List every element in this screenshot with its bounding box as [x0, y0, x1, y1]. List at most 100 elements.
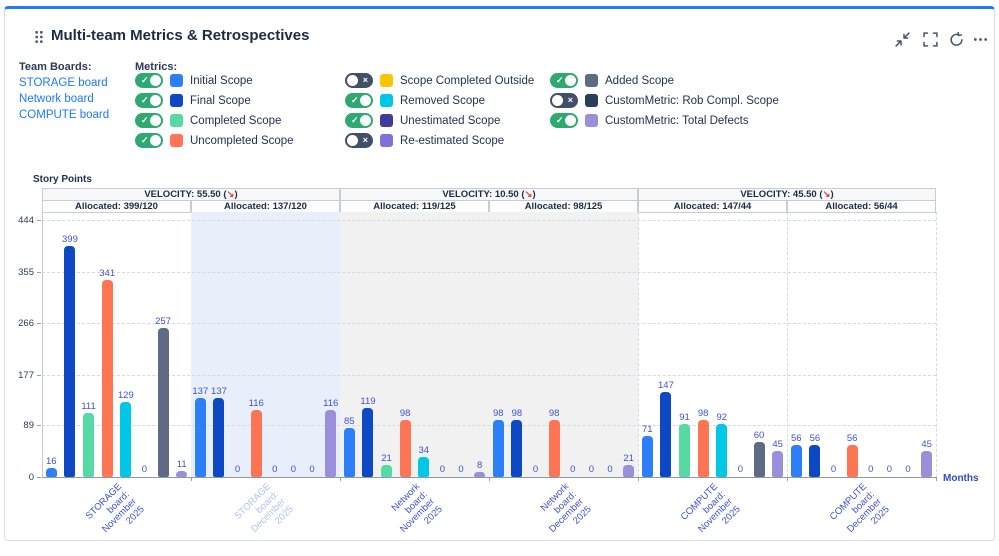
bar-uncompleted-scope [101, 279, 113, 477]
metric-row: × CustomMetric: Rob Compl. Scope [550, 93, 779, 108]
metric-color-swatch [380, 114, 393, 127]
y-tick-label: 355 [18, 266, 34, 278]
y-gridline [42, 271, 936, 273]
bar-value-label: 0 [234, 464, 241, 475]
refresh-icon[interactable] [949, 31, 964, 47]
metric-toggle[interactable]: × [550, 93, 578, 108]
metric-color-swatch [170, 94, 183, 107]
metric-row: ✓ Removed Scope [345, 93, 534, 108]
metric-row: ✓ Initial Scope [135, 73, 294, 88]
metric-label: Initial Scope [190, 74, 253, 87]
team-board-link-1[interactable]: STORAGE board [19, 75, 109, 91]
toggle-knob [360, 95, 371, 106]
toggle-knob [150, 95, 161, 106]
bar-value-label: 0 [309, 464, 315, 475]
velocity-paren: ) [830, 189, 834, 200]
y-tick-label: 444 [18, 215, 34, 226]
bar-value-label: 0 [607, 464, 613, 475]
bar-custommetric-total-defects [921, 450, 933, 477]
velocity-value: VELOCITY: 45.50 ( [740, 189, 823, 200]
toggle-knob [150, 115, 161, 126]
metrics-gadget: Multi-team Metrics & Retrospectives Team… [4, 6, 995, 541]
metrics-column-3: ✓ Added Scope × CustomMetric: Rob Compl. Sc… [550, 73, 779, 133]
bar-value-label: 0 [830, 464, 837, 475]
drag-handle-icon[interactable] [33, 30, 45, 44]
x-tick-mark [936, 477, 937, 481]
metric-toggle[interactable]: ✓ [135, 113, 163, 128]
metric-row: ✓ Completed Scope [135, 113, 294, 128]
metric-toggle[interactable]: ✓ [135, 93, 163, 108]
y-tick-mark [37, 271, 41, 273]
y-tick-mark [37, 374, 41, 376]
bar-chart: VELOCITY: 55.50 (↘) VELOCITY: 10.50 (↘) VE… [18, 188, 937, 548]
toggle-state-icon: × [567, 95, 573, 105]
y-gridline [42, 220, 936, 221]
bar-final-scope [660, 391, 672, 477]
team-board-link-3[interactable]: COMPUTE board [19, 107, 109, 123]
bar-value-label: 98 [548, 408, 560, 420]
metric-label: Completed Scope [190, 114, 282, 127]
metric-label: Re-estimated Scope [400, 134, 505, 147]
toggle-knob [565, 75, 576, 86]
y-axis-title: Story Points [33, 174, 92, 185]
bar-value-label: 119 [360, 396, 376, 408]
metric-row: ✓ Uncompleted Scope [135, 133, 294, 148]
metric-row: × Scope Completed Outside [345, 73, 534, 88]
bar-value-label: 0 [141, 464, 148, 475]
metric-toggle[interactable]: ✓ [345, 93, 373, 108]
toggle-state-icon: ✓ [351, 95, 359, 105]
metric-row: ✓ Final Scope [135, 93, 294, 108]
metric-label: Uncompleted Scope [190, 134, 294, 147]
bar-final-scope [64, 246, 76, 477]
y-tick-label: 89 [23, 420, 34, 432]
metric-toggle[interactable]: × [345, 73, 373, 88]
toggle-knob [360, 115, 371, 126]
bar-value-label: 45 [772, 438, 783, 450]
bar-value-label: 98 [511, 408, 523, 420]
bar-value-label: 21 [623, 452, 634, 464]
metric-toggle[interactable]: × [345, 133, 373, 148]
y-tick-label: 266 [18, 318, 34, 330]
y-tick-mark [37, 425, 41, 427]
more-options-icon[interactable] [973, 32, 988, 47]
x-axis-line [42, 477, 936, 478]
bar-value-label: 116 [323, 397, 339, 409]
bar-value-label: 98 [399, 408, 411, 420]
bar-value-label: 92 [716, 411, 728, 423]
metric-toggle[interactable]: ✓ [135, 133, 163, 148]
allocated-header-cell: Allocated: 56/44 [787, 200, 936, 213]
bar-value-label: 341 [99, 267, 116, 279]
toggle-state-icon: ✓ [141, 95, 149, 105]
bar-value-label: 45 [921, 438, 932, 450]
bar-initial-scope [343, 427, 355, 477]
bar-value-label: 56 [809, 432, 821, 444]
dashboard-canvas: Multi-team Metrics & Retrospectives Team… [0, 0, 999, 545]
velocity-value: VELOCITY: 55.50 ( [144, 189, 227, 200]
y-tick-label: 177 [18, 369, 34, 381]
metric-label: Unestimated Scope [400, 114, 501, 127]
metric-toggle[interactable]: ✓ [550, 113, 578, 128]
toggle-state-icon: × [362, 75, 368, 85]
metric-color-swatch [585, 74, 598, 87]
velocity-paren: ) [532, 189, 536, 200]
team-boards-list: STORAGE board Network board COMPUTE board [19, 75, 109, 123]
toggle-knob [347, 135, 358, 146]
metric-label: Added Scope [605, 74, 675, 87]
metric-toggle[interactable]: ✓ [550, 73, 578, 88]
metric-toggle[interactable]: ✓ [345, 113, 373, 128]
metric-toggle[interactable]: ✓ [135, 73, 163, 88]
team-boards-label: Team Boards: [19, 61, 92, 73]
y-tick-label: 0 [28, 472, 34, 483]
bar-value-label: 8 [477, 460, 483, 472]
fullscreen-icon[interactable] [923, 32, 938, 47]
metric-color-swatch [170, 74, 183, 87]
bar-value-label: 147 [658, 379, 674, 391]
metric-color-swatch [380, 74, 393, 87]
metric-color-swatch [170, 114, 183, 127]
velocity-paren: ) [234, 189, 238, 200]
metric-label: CustomMetric: Total Defects [605, 114, 749, 127]
bar-value-label: 129 [117, 390, 134, 402]
bar-value-label: 21 [381, 452, 392, 464]
collapse-icon[interactable] [895, 32, 910, 47]
team-board-link-2[interactable]: Network board [19, 91, 109, 107]
